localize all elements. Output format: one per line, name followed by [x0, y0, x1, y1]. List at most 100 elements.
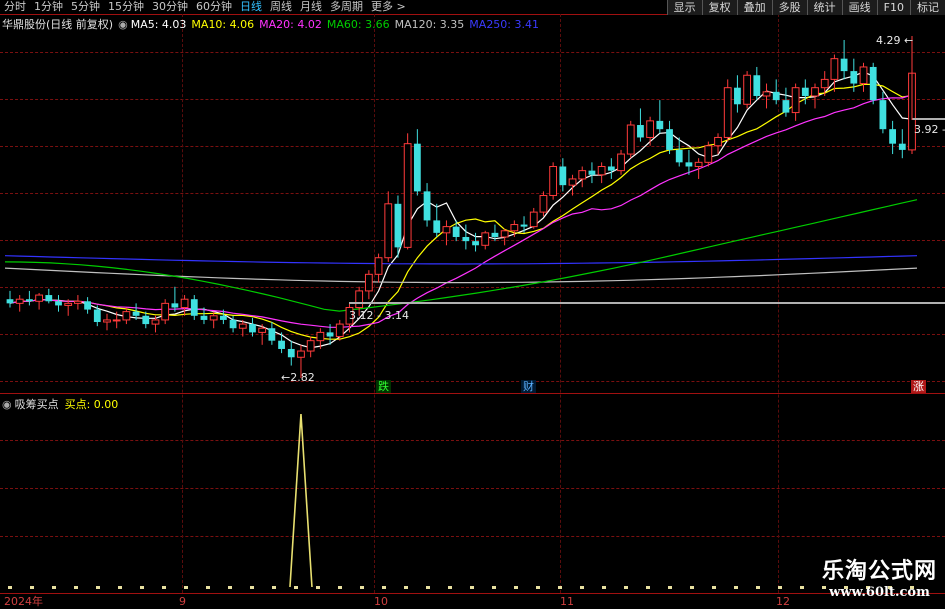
candle-down [666, 129, 673, 150]
indicator-baseline-dot [404, 586, 408, 589]
gear-icon[interactable]: ◉ [2, 398, 12, 411]
candle-down [656, 120, 664, 130]
x-label: 2024年 [4, 595, 43, 608]
tab-5min[interactable]: 5分钟 [67, 0, 104, 14]
candle-down [171, 303, 179, 308]
candle-down [84, 301, 91, 310]
candle-down [462, 236, 470, 242]
candle-up [384, 203, 393, 259]
indicator-baseline-dot [8, 586, 12, 589]
candle-up [549, 165, 558, 197]
ma60-line [4, 199, 918, 312]
x-label: 9 [179, 595, 186, 608]
indicator-baseline-dot [360, 586, 364, 589]
ma250-line [4, 255, 918, 265]
tab-1min[interactable]: 1分钟 [30, 0, 67, 14]
period-toolbar: 分时 1分钟 5分钟 15分钟 30分钟 60分钟 日线 周线 月线 多周期 更… [0, 0, 680, 14]
event-marker-zhang[interactable]: 涨 [911, 380, 926, 393]
candle-up [510, 224, 519, 232]
indicator-baseline-dot [514, 586, 518, 589]
adjust-button[interactable]: 复权 [701, 0, 737, 15]
indicator-baseline-dot [316, 586, 320, 589]
indicator-baseline-dot [778, 586, 782, 589]
candle-down [55, 301, 62, 306]
tab-30min[interactable]: 30分钟 [148, 0, 192, 14]
candle-down [559, 166, 567, 186]
indicator-baseline-dot [756, 586, 760, 589]
candle-up [161, 302, 170, 321]
event-marker-cai[interactable]: 财 [521, 380, 536, 393]
ma60-label: MA60: 3.66 [326, 17, 390, 31]
candle-up [355, 290, 364, 308]
candle-down [472, 241, 479, 246]
indicator-header: ◉ 吸筹买点 买点: 0.00 [2, 396, 118, 412]
candle-up [180, 298, 189, 308]
tab-15min[interactable]: 15分钟 [104, 0, 148, 14]
price-chart[interactable] [0, 0, 945, 609]
mark-button[interactable]: 标记 [910, 0, 945, 15]
candle-up [539, 195, 548, 213]
f10-button[interactable]: F10 [876, 0, 910, 15]
statistics-button[interactable]: 统计 [806, 0, 842, 15]
last-price-label: 3.92 - [914, 123, 945, 136]
candle-down [278, 340, 285, 349]
indicator-baseline-dot [140, 586, 144, 589]
candle-up [306, 340, 315, 352]
candle-down [869, 66, 877, 101]
tab-more[interactable]: 更多 > [367, 0, 410, 14]
indicator-baseline-dot [30, 586, 34, 589]
candle-up [238, 323, 247, 329]
candle-up [811, 87, 819, 97]
candle-down [840, 58, 848, 72]
indicator-baseline-dot [580, 586, 584, 589]
stock-chart-window: 分时 1分钟 5分钟 15分钟 30分钟 60分钟 日线 周线 月线 多周期 更… [0, 0, 945, 609]
overlay-button[interactable]: 叠加 [736, 0, 772, 15]
tab-60min[interactable]: 60分钟 [192, 0, 236, 14]
candle-up [704, 145, 713, 163]
indicator-baseline-dot [250, 586, 254, 589]
indicator-name[interactable]: 吸筹买点 [15, 396, 59, 412]
gear-icon[interactable]: ◉ [118, 18, 128, 31]
candle-up [646, 120, 655, 138]
multi-stock-button[interactable]: 多股 [771, 0, 807, 15]
candle-down [190, 299, 198, 316]
candle-down [889, 129, 896, 144]
candle-up [335, 323, 344, 338]
tab-multi-period[interactable]: 多周期 [326, 0, 367, 14]
candle-up [112, 319, 121, 322]
candle-down [394, 203, 402, 248]
tab-fenshi[interactable]: 分时 [0, 0, 30, 14]
candle-down [801, 87, 809, 96]
tab-monthly[interactable]: 月线 [296, 0, 326, 14]
ma250-label: MA250: 3.41 [469, 17, 540, 31]
indicator-baseline-dot [734, 586, 738, 589]
indicator-baseline-dot [206, 586, 210, 589]
candle-down [452, 226, 460, 237]
indicator-baseline-dot [668, 586, 672, 589]
candle-up [820, 78, 829, 89]
candle-up [35, 294, 43, 302]
candle-up [529, 211, 538, 228]
ma5-line [9, 71, 913, 349]
indicator-baseline-dot [470, 586, 474, 589]
x-label: 10 [374, 595, 388, 608]
stock-title[interactable]: 华鼎股份(日线 前复权) [2, 16, 113, 32]
indicator-baseline-dot [492, 586, 496, 589]
candle-up [500, 230, 509, 238]
date-axis: 2024年 9 10 11 12 [0, 594, 945, 609]
indicator-baseline-dot [96, 586, 100, 589]
tab-daily[interactable]: 日线 [236, 0, 266, 14]
ma20-label: MA20: 4.02 [259, 17, 322, 31]
tab-weekly[interactable]: 周线 [266, 0, 296, 14]
indicator-baseline-dot [74, 586, 78, 589]
candle-down [249, 324, 256, 333]
candle-up [151, 319, 160, 325]
indicator-baseline-dot [624, 586, 628, 589]
ma20-line [9, 94, 913, 328]
candle-up [617, 153, 625, 172]
event-marker-die[interactable]: 跌 [376, 380, 391, 393]
watermark: 乐淘公式网 www.60lt.com [822, 553, 937, 600]
candle-down [93, 309, 101, 323]
display-button[interactable]: 显示 [666, 0, 702, 15]
draw-line-button[interactable]: 画线 [841, 0, 877, 15]
